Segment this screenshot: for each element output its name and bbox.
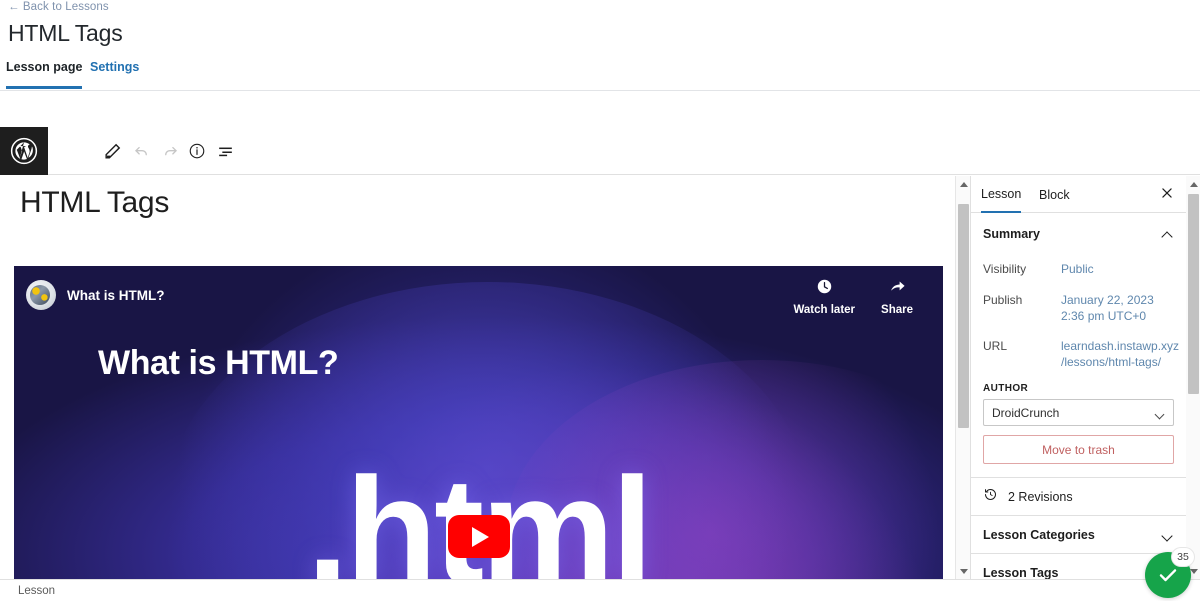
revisions-clock-icon [983, 487, 998, 507]
editor-bottom-bar: Lesson [0, 579, 1200, 601]
sidebar-tab-lesson[interactable]: Lesson [981, 176, 1022, 213]
publish-date: January 22, 2023 [1061, 293, 1154, 307]
sidebar-tab-bar: Lesson Block [971, 176, 1186, 213]
close-sidebar-button[interactable] [1157, 185, 1177, 205]
redo-arrow-icon [161, 142, 180, 161]
clock-icon [816, 278, 833, 300]
chevron-up-icon [1162, 228, 1174, 240]
chevron-down-icon [1155, 408, 1165, 418]
settings-sidebar: Lesson Block Summary Visibility Public P… [970, 176, 1186, 579]
sidebar-scroll-up-arrow[interactable] [1186, 176, 1200, 192]
sidebar-scrollbar-thumb[interactable] [1188, 194, 1199, 394]
wordpress-logo-button[interactable] [0, 127, 48, 175]
undo-button[interactable] [127, 137, 155, 165]
canvas-scrollbar-thumb[interactable] [958, 204, 969, 428]
url-row: URL learndash.instawp.xyz /lessons/html-… [971, 331, 1186, 377]
visibility-value[interactable]: Public [1061, 261, 1094, 278]
edit-tool-button[interactable] [98, 137, 126, 165]
page-title: HTML Tags [8, 20, 123, 46]
author-select[interactable]: DroidCrunch [983, 399, 1174, 426]
editor-canvas[interactable]: HTML Tags What is HTML? Watch later Shar… [0, 176, 955, 579]
sidebar-tab-block[interactable]: Block [1039, 176, 1070, 213]
watch-later-label: Watch later [793, 304, 856, 316]
publish-value[interactable]: January 22, 2023 2:36 pm UTC+0 [1061, 292, 1154, 324]
pencil-icon [103, 142, 122, 161]
learndash-tab-bar: Lesson page Settings [0, 53, 1200, 91]
watch-later-button[interactable]: Watch later [793, 278, 855, 316]
list-view-icon [216, 142, 235, 161]
list-view-button[interactable] [211, 137, 239, 165]
publish-row: Publish January 22, 2023 2:36 pm UTC+0 [971, 285, 1186, 331]
video-headline-text: What is HTML? [98, 344, 339, 382]
back-to-lessons-link[interactable]: ← Back to Lessons [8, 1, 109, 13]
author-label: AUTHOR [983, 383, 1029, 394]
learndash-top-bar: ← Back to Lessons HTML Tags [0, 0, 1200, 53]
lesson-categories-label: Lesson Categories [983, 527, 1095, 542]
info-icon [188, 142, 206, 160]
summary-section-header[interactable]: Summary [971, 213, 1186, 254]
canvas-scroll-down-arrow[interactable] [956, 563, 971, 579]
revisions-label: 2 Revisions [1008, 489, 1073, 504]
success-badge-count: 35 [1172, 548, 1194, 566]
youtube-actions: Watch later Share [793, 278, 913, 316]
publish-time: 2:36 pm UTC+0 [1061, 309, 1147, 323]
author-selected-value: DroidCrunch [992, 405, 1060, 420]
summary-title: Summary [983, 226, 1040, 241]
details-button[interactable] [183, 137, 211, 165]
redo-button[interactable] [156, 137, 184, 165]
youtube-embed-block[interactable]: What is HTML? Watch later Share What is … [14, 266, 943, 579]
visibility-label: Visibility [983, 262, 1027, 276]
post-title-field[interactable]: HTML Tags [20, 186, 169, 220]
revisions-row[interactable]: 2 Revisions [971, 478, 1186, 516]
tab-settings[interactable]: Settings [90, 60, 139, 86]
video-title-overlay[interactable]: What is HTML? [67, 288, 165, 303]
tab-lesson-page[interactable]: Lesson page [6, 60, 83, 89]
share-button[interactable]: Share [881, 278, 913, 316]
breadcrumb-lesson[interactable]: Lesson [18, 585, 55, 597]
youtube-channel-header[interactable]: What is HTML? [26, 280, 165, 310]
move-to-trash-button[interactable]: Move to trash [983, 435, 1174, 464]
url-path: /lessons/html-tags/ [1061, 355, 1162, 369]
canvas-scrollbar[interactable] [955, 176, 970, 579]
lesson-categories-row[interactable]: Lesson Categories [971, 516, 1186, 554]
check-circle-icon [1155, 562, 1181, 588]
visibility-row: Visibility Public [971, 254, 1186, 285]
url-label: URL [983, 339, 1008, 353]
editor-header: Switch to draft Preview Update [0, 127, 1200, 296]
url-host: learndash.instawp.xyz [1061, 339, 1180, 353]
chevron-down-icon [1162, 529, 1174, 541]
close-icon [1160, 186, 1174, 205]
sidebar-scrollbar[interactable] [1186, 176, 1200, 579]
share-arrow-icon [888, 278, 907, 300]
youtube-play-button[interactable] [447, 515, 510, 558]
wordpress-icon [10, 137, 38, 165]
lesson-tags-label: Lesson Tags [983, 565, 1059, 580]
channel-avatar [26, 280, 56, 310]
undo-arrow-icon [132, 142, 151, 161]
publish-label: Publish [983, 293, 1023, 307]
canvas-scroll-up-arrow[interactable] [956, 176, 971, 192]
url-value[interactable]: learndash.instawp.xyz /lessons/html-tags… [1061, 338, 1179, 370]
share-label: Share [881, 304, 913, 316]
